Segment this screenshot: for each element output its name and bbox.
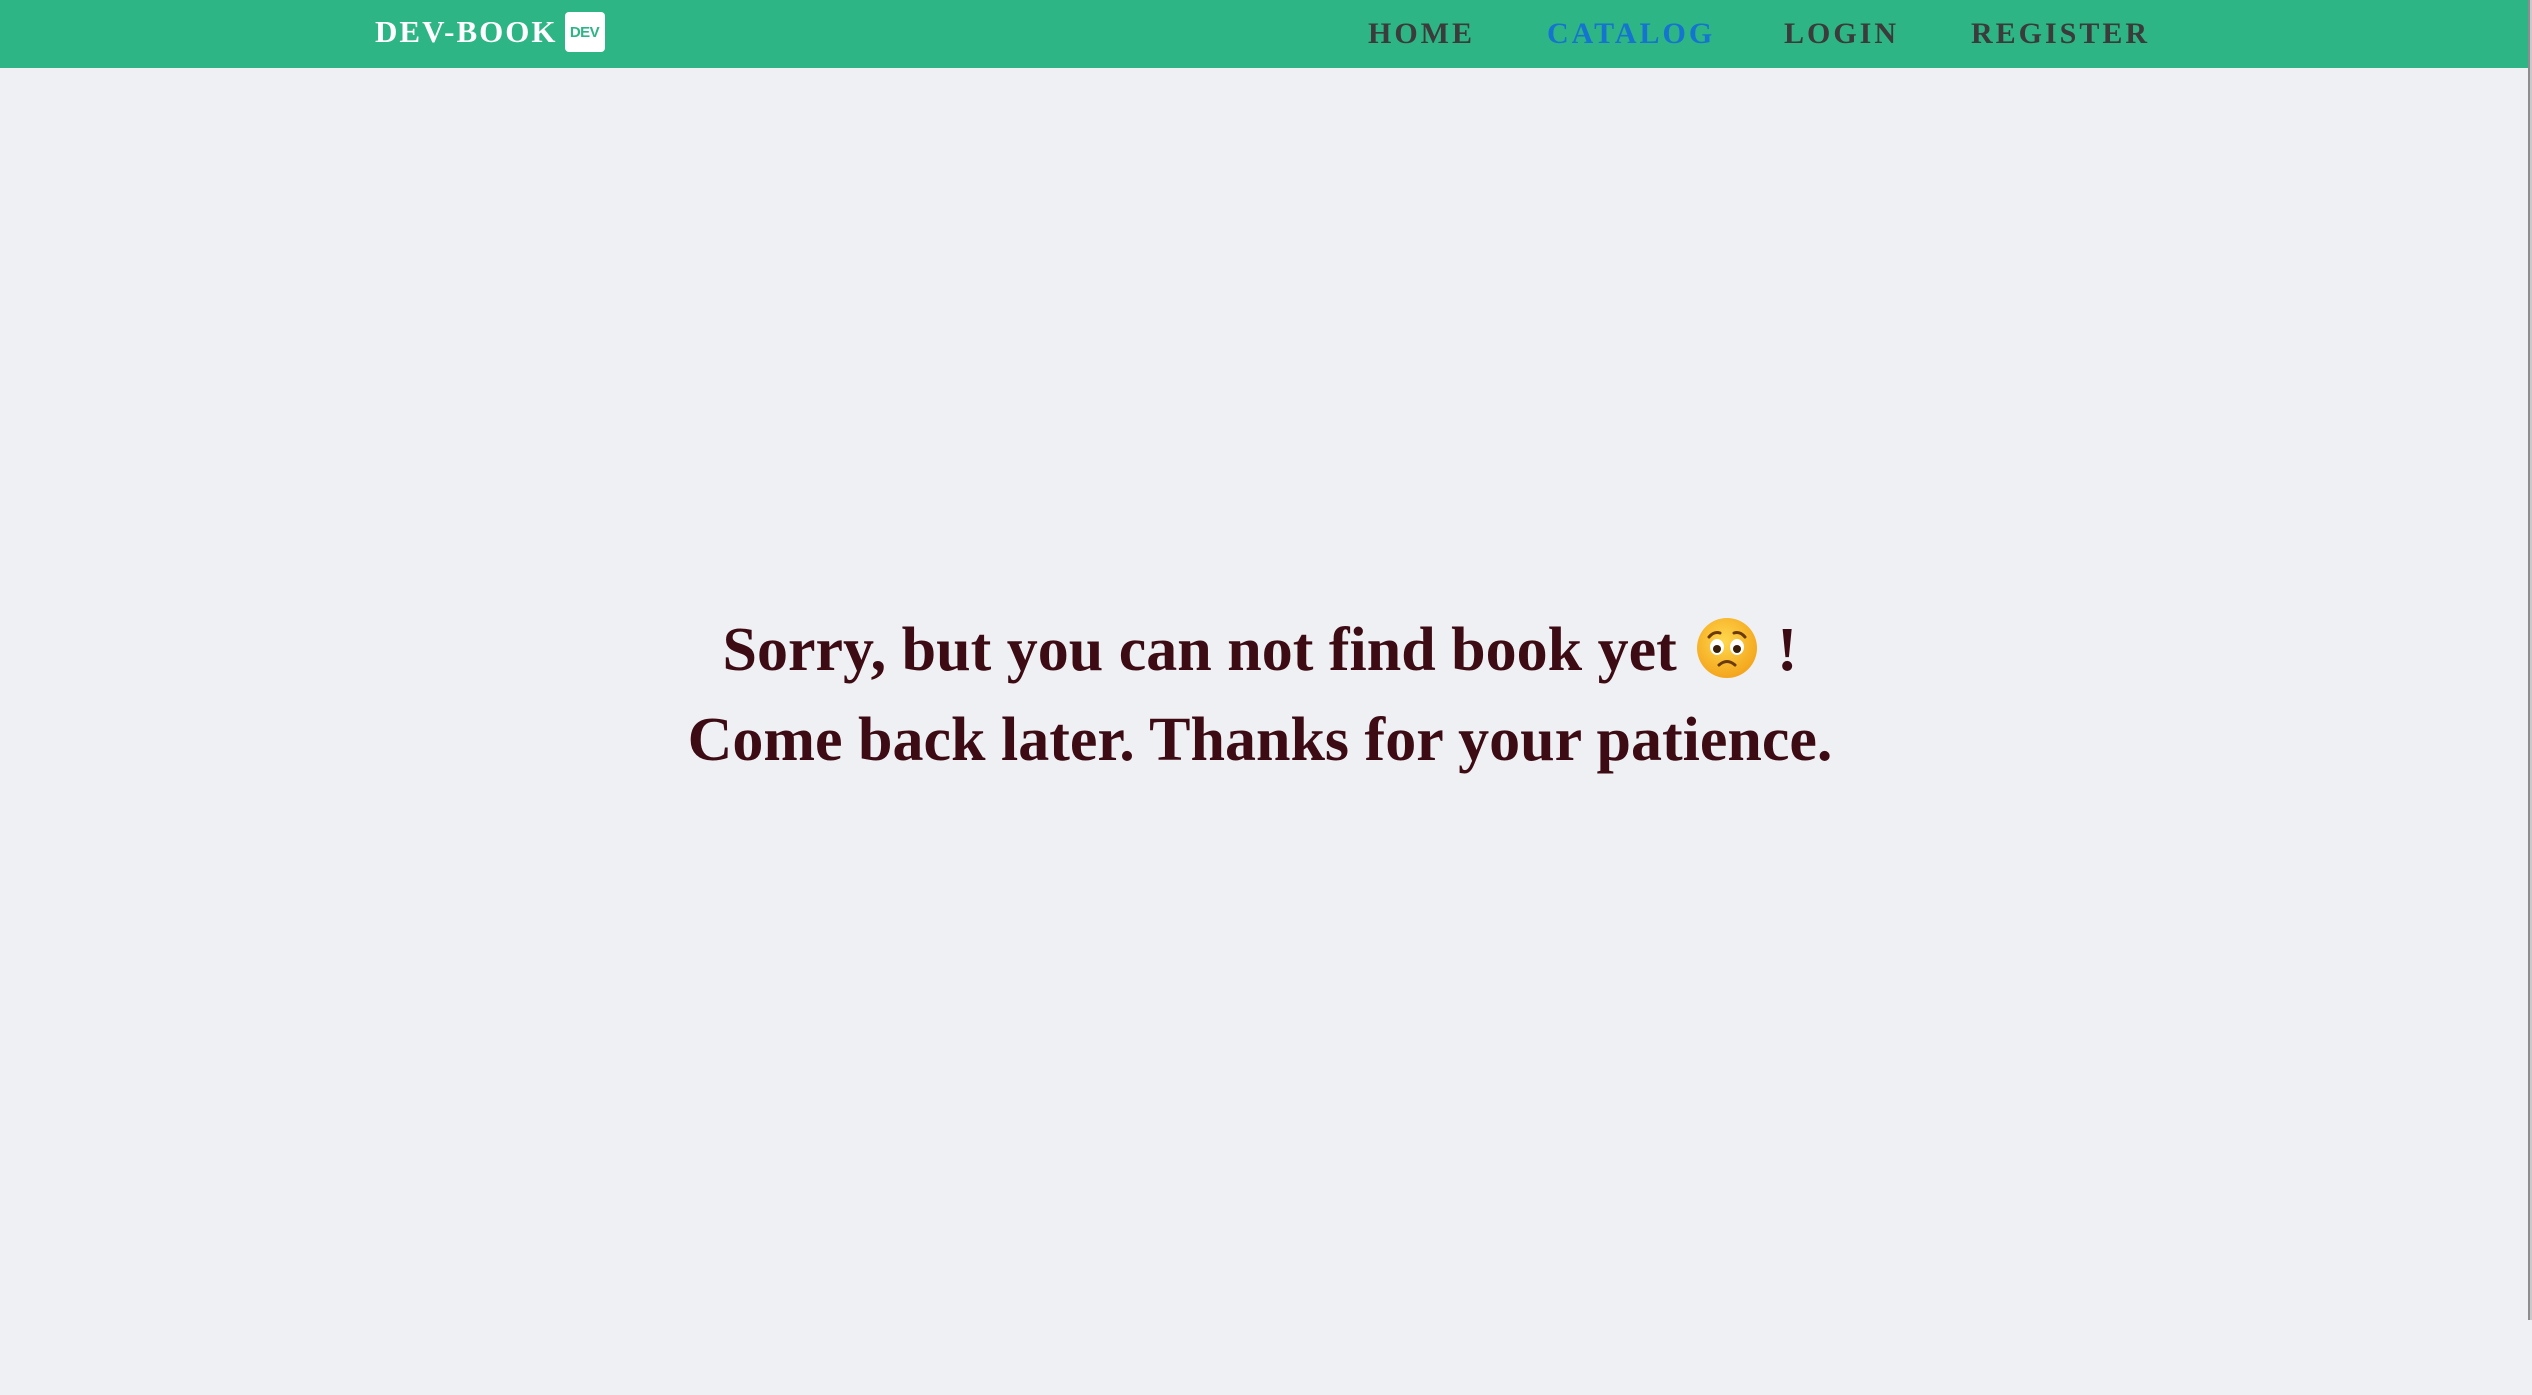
message-line-2: Come back later. Thanks for your patienc… (687, 706, 1833, 774)
message-line-1: Sorry, but you can not find book yet ! (0, 605, 2520, 695)
nav-link-register[interactable]: REGISTER (1971, 14, 2150, 54)
worried-face-icon (1695, 615, 1759, 679)
nav-link-catalog[interactable]: CATALOG (1547, 14, 1715, 54)
nav-link-home[interactable]: HOME (1368, 14, 1475, 54)
nav-link-login[interactable]: LOGIN (1784, 14, 1899, 54)
scrollbar-thumb[interactable] (2528, 0, 2530, 1320)
page: DEV-BOOK DEV HOME CATALOG LOGIN REGISTER… (0, 0, 2532, 1395)
main-nav: HOME CATALOG LOGIN REGISTER (0, 0, 2532, 68)
message-exclamation: ! (1776, 616, 1798, 684)
empty-catalog-message: Sorry, but you can not find book yet ! C… (0, 605, 2520, 785)
message-line-1-text: Sorry, but you can not find book yet (722, 616, 1677, 684)
scrollbar-track[interactable] (2528, 0, 2532, 1320)
navbar: DEV-BOOK DEV HOME CATALOG LOGIN REGISTER (0, 0, 2532, 68)
